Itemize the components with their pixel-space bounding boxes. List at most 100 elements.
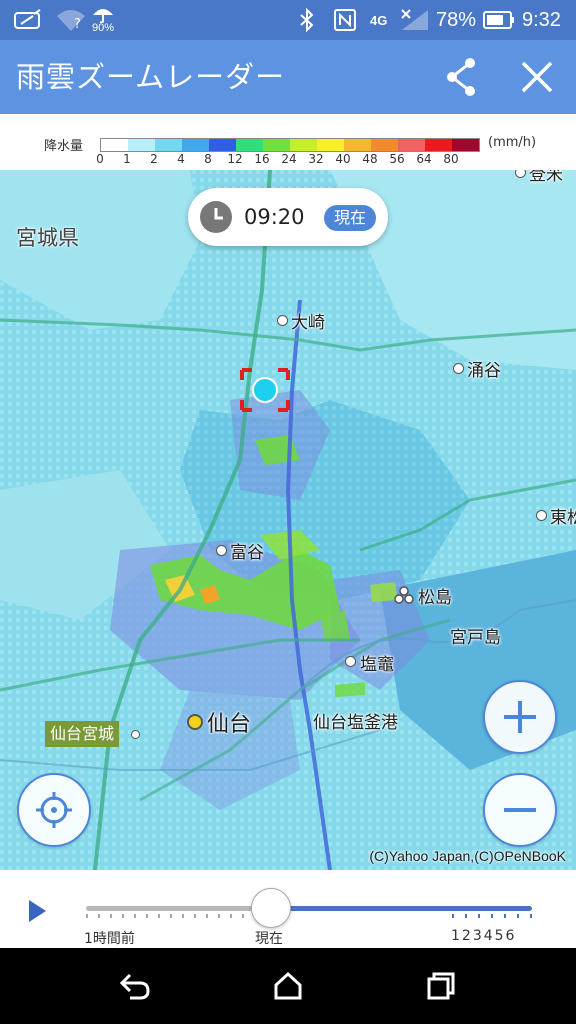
legend-tick-label: 1 bbox=[123, 152, 131, 166]
legend-tick-label: 80 bbox=[443, 152, 459, 166]
place-miyatojima: 宮戸島 bbox=[450, 628, 501, 648]
home-button[interactable] bbox=[263, 962, 313, 1010]
share-button[interactable] bbox=[436, 52, 486, 102]
legend-swatch bbox=[101, 139, 128, 151]
place-wakuya: 涌谷 bbox=[467, 361, 501, 381]
legend-swatch bbox=[155, 139, 182, 151]
place-matsushima: 松島 bbox=[418, 588, 452, 608]
zoom-in-button[interactable] bbox=[483, 680, 557, 754]
tomiya-marker bbox=[216, 545, 227, 556]
back-icon bbox=[119, 973, 150, 1000]
legend-unit: (mm/h) bbox=[488, 135, 537, 150]
slider-tick bbox=[530, 914, 532, 918]
place-higashi: 東松 bbox=[550, 508, 576, 528]
place-shiogama: 塩竈 bbox=[360, 655, 394, 675]
legend-swatch bbox=[209, 139, 236, 151]
app-title: 雨雲ズームレーダー bbox=[16, 60, 286, 94]
legend-tick-label: 8 bbox=[204, 152, 212, 166]
slider-tick bbox=[122, 914, 124, 918]
slider-track-past[interactable] bbox=[86, 906, 272, 911]
back-button[interactable] bbox=[110, 962, 160, 1010]
slider-tick bbox=[218, 914, 220, 918]
legend-swatch bbox=[128, 139, 155, 151]
clock-text: 9:32 bbox=[522, 0, 561, 40]
wakuya-marker bbox=[453, 363, 464, 374]
play-icon bbox=[29, 900, 46, 922]
legend-color-scale bbox=[100, 138, 480, 152]
sendai-marker bbox=[187, 714, 203, 730]
legend-tick-label: 24 bbox=[281, 152, 297, 166]
label-one-hour-ago: 1時間前 bbox=[84, 931, 135, 947]
slider-track-forecast[interactable] bbox=[272, 906, 532, 911]
slider-tick bbox=[158, 914, 160, 918]
time-indicator: 09:20 現在 bbox=[188, 188, 388, 246]
legend-swatch bbox=[236, 139, 263, 151]
close-icon bbox=[521, 61, 553, 93]
legend-tick-label: 40 bbox=[335, 152, 351, 166]
status-bar: ? 90% 4G 78% 9:32 bbox=[0, 0, 576, 40]
slider-tick bbox=[86, 914, 88, 918]
plus-icon bbox=[504, 701, 536, 733]
nfc-icon bbox=[334, 0, 356, 40]
slider-tick bbox=[465, 914, 467, 918]
signal-icon bbox=[400, 0, 430, 40]
legend-tick-label: 0 bbox=[96, 152, 104, 166]
map-copyright: (C)Yahoo Japan,(C)OPeNBooK bbox=[369, 848, 566, 864]
legend-tick-label: 16 bbox=[254, 152, 270, 166]
place-tome: 登米 bbox=[529, 170, 563, 185]
castle-tag: 仙台宮城 bbox=[45, 721, 120, 747]
network-label: 4G bbox=[370, 12, 388, 28]
clock-icon bbox=[200, 201, 232, 233]
osaki-marker bbox=[277, 315, 288, 326]
slider-tick bbox=[194, 914, 196, 918]
legend-swatch bbox=[344, 139, 371, 151]
share-icon bbox=[447, 58, 475, 96]
legend-swatch bbox=[182, 139, 209, 151]
current-location-button[interactable] bbox=[17, 773, 91, 847]
slider-tick bbox=[517, 914, 519, 918]
slider-tick bbox=[230, 914, 232, 918]
umbrella-icon: 90% bbox=[92, 0, 114, 40]
slider-tick bbox=[182, 914, 184, 918]
crosshair-icon bbox=[36, 792, 72, 828]
higashi-marker bbox=[536, 510, 547, 521]
slider-tick bbox=[170, 914, 172, 918]
legend-swatch bbox=[398, 139, 425, 151]
slider-tick bbox=[98, 914, 100, 918]
close-button[interactable] bbox=[512, 52, 562, 102]
slider-thumb[interactable] bbox=[251, 888, 291, 928]
slider-tick bbox=[134, 914, 136, 918]
legend-swatch bbox=[317, 139, 344, 151]
zoom-out-button[interactable] bbox=[483, 773, 557, 847]
legend-tick-label: 12 bbox=[227, 152, 243, 166]
battery-percent: 78% bbox=[436, 0, 476, 40]
radar-time: 09:20 bbox=[244, 205, 305, 229]
recents-icon bbox=[427, 972, 455, 1000]
now-badge: 現在 bbox=[324, 205, 376, 231]
place-osaki: 大崎 bbox=[291, 313, 325, 333]
castle-marker bbox=[131, 730, 140, 739]
legend-title: 降水量 bbox=[44, 139, 84, 154]
bluetooth-icon bbox=[298, 0, 316, 40]
system-nav-bar bbox=[0, 948, 576, 1024]
place-sendai: 仙台 bbox=[207, 712, 252, 737]
recents-button[interactable] bbox=[416, 962, 466, 1010]
rain-radar-map[interactable]: 宮城県 大崎 涌谷 登米 東松 富谷 松島 宮戸島 塩竈 仙台塩釜港 仙台 仙台… bbox=[0, 170, 576, 870]
slider-tick bbox=[478, 914, 480, 918]
legend-tick-label: 48 bbox=[362, 152, 378, 166]
place-tomiya: 富谷 bbox=[230, 543, 264, 563]
slider-tick bbox=[452, 914, 454, 918]
slider-tick bbox=[242, 914, 244, 918]
prefecture-label: 宮城県 bbox=[16, 226, 79, 250]
label-forecast-hours: 123456 bbox=[451, 928, 517, 944]
precipitation-legend: 降水量 (mm/h) 0 1 2 4 8 12 16 24 32 40 48 56 64 80 bbox=[0, 114, 576, 171]
shiogama-marker bbox=[345, 656, 356, 667]
slider-tick bbox=[206, 914, 208, 918]
battery-icon bbox=[483, 0, 515, 40]
play-button[interactable] bbox=[22, 896, 52, 926]
legend-swatch bbox=[263, 139, 290, 151]
matsushima-marker bbox=[394, 586, 414, 608]
svg-text:?: ? bbox=[74, 17, 81, 32]
legend-swatch bbox=[452, 139, 479, 151]
legend-tick-label: 4 bbox=[177, 152, 185, 166]
